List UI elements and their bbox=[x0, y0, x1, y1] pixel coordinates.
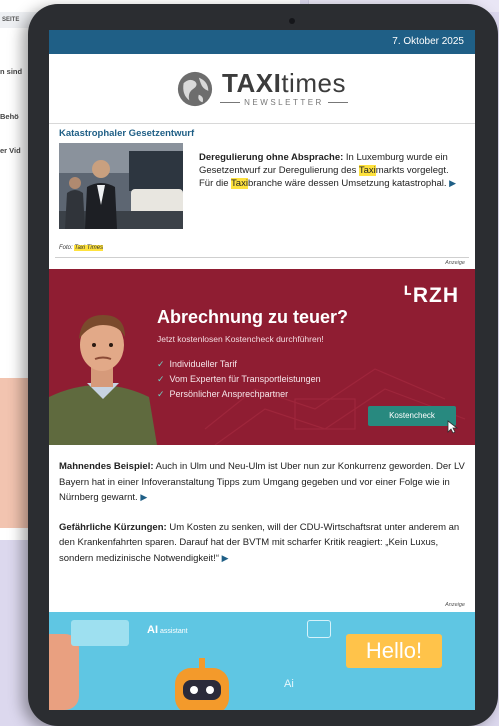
check-icon: ✓ bbox=[157, 374, 165, 384]
ad-benefit: ✓ Persönlicher Ansprechpartner bbox=[157, 389, 289, 399]
ad-person-image bbox=[49, 315, 157, 445]
check-icon: ✓ bbox=[157, 389, 165, 399]
cursor-icon bbox=[447, 420, 459, 434]
article-gefaehrliche-kuerzungen[interactable]: Gefährliche Kürzungen: Um Kosten zu senk… bbox=[59, 520, 465, 567]
rzh-logo: ᒻRZH bbox=[403, 284, 459, 307]
globe-icon bbox=[178, 71, 213, 106]
chat-icon bbox=[307, 620, 331, 638]
logo-title-light: times bbox=[281, 68, 346, 98]
article-photo[interactable] bbox=[59, 143, 183, 229]
photo-caption: Foto: Taxi Times bbox=[59, 245, 104, 251]
ad-label: Anzeige bbox=[445, 260, 465, 266]
newsletter-screen[interactable]: 7. Oktober 2025 TAXItimes NEWSLETTER Kat… bbox=[49, 30, 475, 710]
article-title[interactable]: Katastrophaler Gesetzentwurf bbox=[59, 128, 465, 139]
article-lead: Deregulierung ohne Absprache: bbox=[199, 152, 344, 163]
article-lead: Mahnendes Beispiel: bbox=[59, 461, 154, 472]
ai-advertisement[interactable]: AI assistant Ai Hello! bbox=[49, 612, 475, 710]
newsletter-logo[interactable]: TAXItimes NEWSLETTER bbox=[49, 54, 475, 124]
article-mahnendes-beispiel[interactable]: Mahnendes Beispiel: Auch in Ulm und Neu-… bbox=[59, 459, 465, 506]
ad-label: Anzeige bbox=[445, 602, 465, 608]
background-fragment: Behö bbox=[0, 112, 19, 121]
ad-benefit: ✓ Individueller Tarif bbox=[157, 359, 237, 369]
read-more-arrow-icon[interactable]: ▶ bbox=[140, 492, 147, 502]
ad-benefits-list: ✓ Individueller Tarif ✓ Vom Experten für T… bbox=[157, 357, 321, 402]
ad-subline: Jetzt kostenlosen Kostencheck durchführe… bbox=[157, 334, 324, 344]
kostencheck-button[interactable]: Kostencheck bbox=[368, 406, 456, 426]
highlight-taxi: Taxi bbox=[358, 164, 376, 176]
rzh-advertisement[interactable]: ᒻRZH Abrechnung zu teuer? Jetzt kostenlo… bbox=[49, 269, 475, 445]
background-fragment: n sind bbox=[0, 67, 23, 76]
camera-icon bbox=[289, 18, 295, 24]
background-fragment: er Vid bbox=[0, 146, 21, 155]
article-katastrophaler-gesetzentwurf: Katastrophaler Gesetzentwurf Deregulieru… bbox=[49, 124, 475, 257]
article-text: branche wäre dessen Umsetzung katastroph… bbox=[247, 178, 447, 189]
newsletter-date: 7. Oktober 2025 bbox=[392, 36, 464, 47]
ad-headline: Abrechnung zu teuer? bbox=[157, 307, 349, 327]
chat-bubble-icon bbox=[71, 620, 129, 646]
photo-man-at-fair bbox=[59, 143, 183, 229]
check-icon: ✓ bbox=[157, 359, 165, 369]
robot-icon bbox=[175, 658, 229, 710]
ai-assistant-label: AI assistant bbox=[147, 624, 188, 636]
hello-badge: Hello! bbox=[346, 634, 442, 668]
article-list: Mahnendes Beispiel: Auch in Ulm und Neu-… bbox=[49, 445, 475, 566]
date-bar: 7. Oktober 2025 bbox=[49, 30, 475, 54]
article-teaser: Deregulierung ohne Absprache: In Luxembu… bbox=[199, 152, 465, 191]
article-lead: Gefährliche Kürzungen: bbox=[59, 521, 167, 533]
read-more-arrow-icon[interactable]: ▶ bbox=[222, 553, 229, 563]
logo-title-bold: TAXI bbox=[222, 68, 282, 98]
ai-label: Ai bbox=[284, 678, 294, 690]
logo-subtitle: NEWSLETTER bbox=[244, 98, 324, 107]
highlight-taxi: Taxi bbox=[231, 178, 248, 189]
read-more-arrow-icon[interactable]: ▶ bbox=[449, 178, 456, 188]
ad-benefit: ✓ Vom Experten für Transportleistungen bbox=[157, 374, 321, 384]
